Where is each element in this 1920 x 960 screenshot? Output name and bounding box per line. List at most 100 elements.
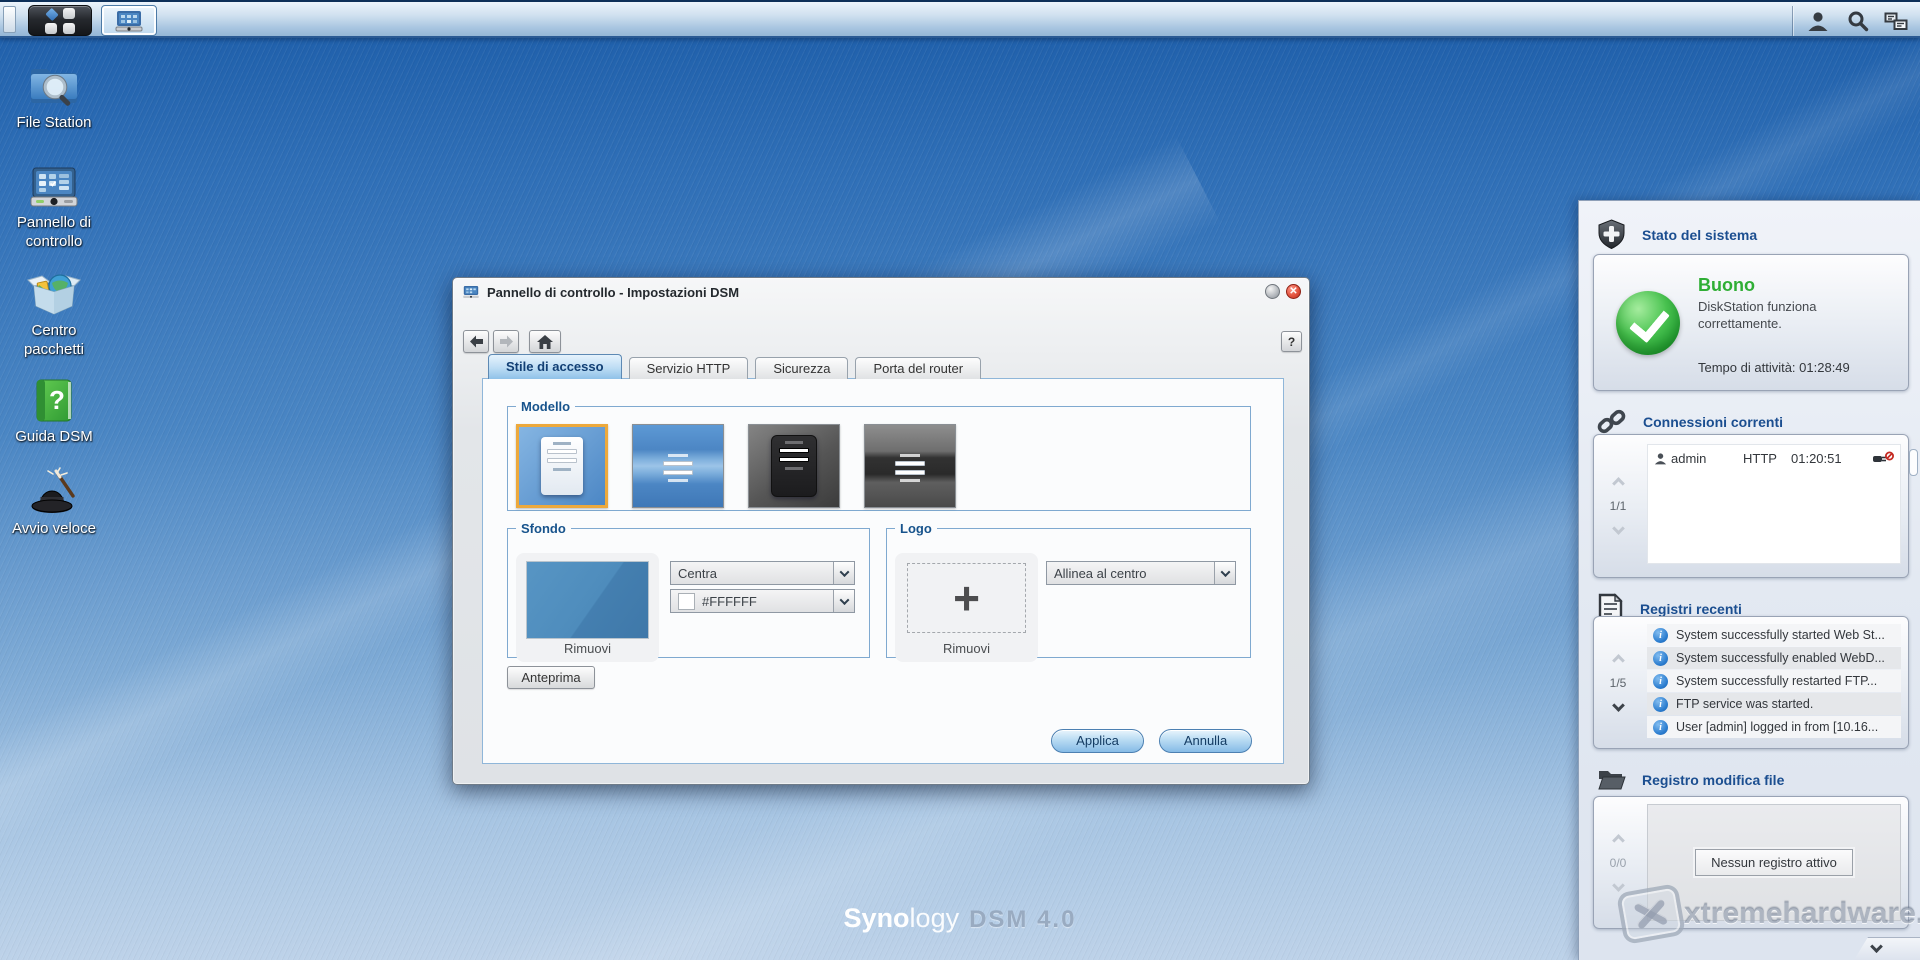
tab-stile-di-accesso[interactable]: Stile di accesso [488,354,622,379]
close-icon[interactable] [1286,284,1301,299]
logo-legend: Logo [895,521,937,536]
template-thumbnail-dark-card[interactable] [748,424,840,508]
sidebar-scrollbar[interactable] [1909,449,1918,476]
control-panel-window: Pannello di controllo - Impostazioni DSM… [452,277,1310,785]
apply-button[interactable]: Applica [1051,729,1144,753]
pager-count: 1/5 [1610,676,1627,690]
connection-protocol: HTTP [1743,451,1791,466]
tab-sicurezza[interactable]: Sicurezza [755,357,848,379]
log-row: System successfully restarted FTP... [1647,670,1901,692]
main-menu-button[interactable] [28,5,92,36]
watermark-x-logo [1616,883,1686,945]
background-image-preview[interactable] [526,561,649,639]
pager-up-icon[interactable] [1612,477,1625,490]
tab-servizio-http[interactable]: Servizio HTTP [629,357,749,379]
recent-logs-card: 1/5 System successfully started Web St..… [1593,616,1909,749]
log-row: System successfully started Web St... [1647,624,1901,646]
login-band-preview [655,450,701,482]
green-book-help-icon: ? [6,378,102,424]
logo-align-select[interactable]: Allinea al centro [1046,561,1236,585]
show-desktop-button[interactable] [3,6,16,33]
desktop-icon-file-station[interactable]: File Station [6,62,102,133]
user-menu-button[interactable] [1806,9,1830,33]
widget-title: Registri recenti [1640,601,1742,617]
system-status-card: Buono DiskStation funziona correttamente… [1593,254,1909,391]
background-remove-button[interactable]: Rimuovi [516,641,659,656]
logo-upload-dropzone[interactable]: + [907,563,1026,633]
control-panel-task-icon [114,9,144,33]
background-legend: Sfondo [516,521,571,536]
brand-name-rest: logy [910,903,960,933]
background-color-select[interactable]: #FFFFFF [670,589,855,613]
desktop-icon-label: Guida DSM [6,428,102,447]
tab-porta-del-router[interactable]: Porta del router [855,357,981,379]
desktop-icon-package-center[interactable]: Centro pacchetti [6,270,102,360]
connection-user: admin [1667,451,1743,466]
log-text: FTP service was started. [1676,697,1813,711]
file-log-header: Registro modifica file [1597,767,1784,792]
background-position-select[interactable]: Centra [670,561,855,585]
template-thumbnail-blue-band[interactable] [632,424,724,508]
disconnect-icon[interactable] [1872,451,1894,466]
forward-button[interactable] [493,330,519,353]
brand-version: DSM 4.0 [969,906,1076,933]
desktop-icon-label: Avvio veloce [6,520,102,539]
window-titlebar[interactable]: Pannello di controllo - Impostazioni DSM [453,278,1309,306]
desktop-icon-control-panel[interactable]: Pannello di controllo [6,166,102,252]
link-icon [1597,407,1627,437]
uptime-label: Tempo di attività: 01:28:49 [1698,360,1850,375]
cancel-button[interactable]: Annulla [1159,729,1252,753]
pilot-view-button[interactable] [1884,9,1908,33]
back-button[interactable] [463,330,489,353]
log-text: System successfully started Web St... [1676,628,1885,642]
svg-text:?: ? [49,385,65,415]
template-thumbnail-blue-card[interactable] [516,424,608,508]
desktop-icon-dsm-help[interactable]: ? Guida DSM [6,378,102,447]
window-icon [462,284,480,300]
logo-remove-button[interactable]: Rimuovi [895,641,1038,656]
logo-preview-card: + Rimuovi [895,553,1038,662]
search-button[interactable] [1846,9,1870,33]
pager-down-icon[interactable] [1612,522,1625,535]
pilot-view-icon [1884,10,1908,32]
package-box-icon [6,270,102,318]
info-icon [1653,628,1668,643]
status-description: DiskStation funziona correttamente. [1698,299,1888,333]
info-icon [1653,697,1668,712]
control-panel-icon [6,166,102,210]
logo-section: Logo + Rimuovi Allinea al centro [886,521,1251,658]
template-thumbnail-dark-band[interactable] [864,424,956,508]
user-icon [1807,10,1829,32]
desktop-screen: File Station Pannello di controllo [0,0,1920,960]
watermark-text: xtremehardware.com [1684,897,1920,931]
login-card-preview [771,435,817,497]
widget-title: Stato del sistema [1642,227,1757,243]
user-icon [1654,452,1667,465]
widget-sidebar: Stato del sistema Buono DiskStation funz… [1578,200,1920,960]
pager-up-icon [1612,834,1625,847]
help-button[interactable]: ? [1281,331,1302,352]
home-icon [537,335,553,349]
tab-content: Modello Sfondo [482,378,1284,764]
info-icon [1653,674,1668,689]
pager-up-icon[interactable] [1612,654,1625,667]
taskbar-item-control-panel[interactable] [101,5,157,36]
logs-list: System successfully started Web St... Sy… [1647,624,1901,741]
home-button[interactable] [529,330,561,353]
desktop-icon-label: File Station [6,114,102,133]
connection-time: 01:20:51 [1791,451,1872,466]
brand-name-bold: Syno [844,903,910,933]
login-card-preview [541,437,583,495]
minimize-button[interactable] [1265,284,1280,299]
log-row: User [admin] logged in from [10.16... [1647,716,1901,738]
sidebar-collapse-button[interactable] [1832,937,1920,960]
taskbar-divider [1792,6,1793,36]
widget-title: Connessioni correnti [1643,414,1783,430]
forward-arrow-icon [499,335,514,348]
preview-button[interactable]: Anteprima [507,666,595,689]
connections-header: Connessioni correnti [1597,407,1783,437]
desktop-icon-quick-start[interactable]: Avvio veloce [6,466,102,539]
chevron-down-icon [833,562,854,584]
pager-down-icon[interactable] [1612,699,1625,712]
info-icon [1653,651,1668,666]
